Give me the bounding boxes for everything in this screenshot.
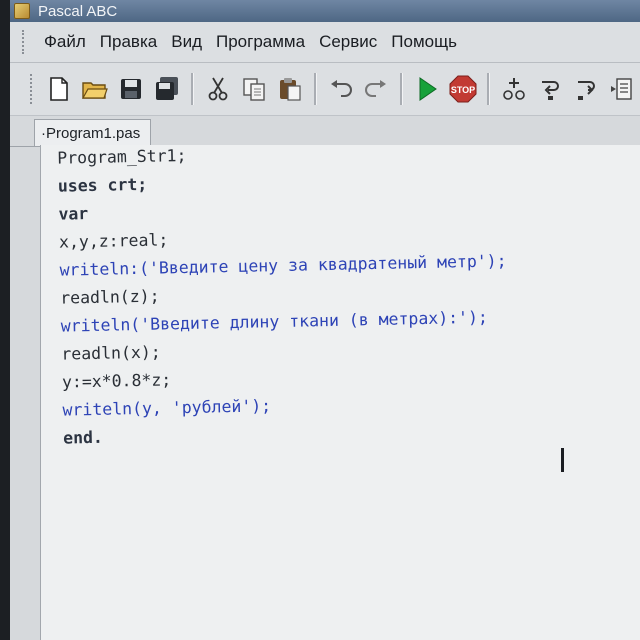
code-line: uses crt; (57, 174, 148, 196)
open-folder-icon (81, 82, 108, 99)
title-bar: Pascal ABC (10, 0, 640, 22)
toolbar-separator (487, 73, 491, 105)
save-all-button[interactable] (151, 73, 183, 105)
menu-edit[interactable]: Правка (93, 32, 164, 52)
code-line: readln(z); (60, 286, 160, 308)
watch-button[interactable] (606, 73, 638, 105)
paste-button[interactable] (274, 73, 306, 105)
code-line: writeln(y, 'рублей'); (62, 396, 272, 420)
stop-icon: STOP (449, 75, 477, 103)
save-button[interactable] (115, 73, 147, 105)
paste-icon (279, 78, 301, 101)
window-title: Pascal ABC (38, 2, 118, 20)
toolbar-grip (30, 74, 35, 104)
step-over-icon (503, 78, 526, 100)
code-line: x,y,z:real; (58, 230, 169, 252)
redo-icon (365, 80, 387, 97)
pascal-abc-window: Pascal ABC Файл Правка Вид Программа Сер… (10, 0, 640, 640)
menu-program[interactable]: Программа (209, 32, 312, 52)
toolbar-separator (400, 73, 404, 105)
new-file-button[interactable] (43, 73, 75, 105)
code-area: Program_Str1; uses crt; var x,y,z:real; … (41, 132, 640, 564)
run-icon (419, 77, 438, 101)
save-all-icon (155, 77, 178, 100)
step-out-icon (578, 81, 596, 100)
code-line: Program_Str1; (57, 145, 187, 168)
step-into-icon (542, 81, 560, 100)
undo-icon (330, 80, 352, 97)
tab-label: ·Program1.pas (41, 124, 141, 142)
cut-icon (208, 77, 228, 101)
step-out-button[interactable] (570, 73, 602, 105)
step-into-button[interactable] (534, 73, 566, 105)
open-file-button[interactable] (79, 73, 111, 105)
save-icon (120, 79, 141, 99)
copy-icon (242, 78, 265, 101)
undo-button[interactable] (325, 73, 357, 105)
app-icon (14, 3, 30, 19)
menu-service[interactable]: Сервис (312, 32, 384, 52)
new-file-icon (50, 77, 68, 101)
toolbar-separator (190, 73, 194, 105)
code-line: y:=x*0.8*z; (61, 370, 172, 392)
cut-button[interactable] (202, 73, 234, 105)
code-line: var (58, 204, 89, 224)
toolbar: STOP (10, 63, 640, 116)
code-line: writeln:('Введите цену за квадратеный ме… (59, 251, 507, 280)
code-editor[interactable]: Program_Str1; uses crt; var x,y,z:real; … (40, 145, 640, 640)
text-cursor (561, 448, 564, 472)
menu-view[interactable]: Вид (164, 32, 209, 52)
stop-button[interactable]: STOP (447, 73, 479, 105)
watch-icon (611, 78, 632, 100)
stop-label: STOP (451, 85, 475, 95)
menu-file[interactable]: Файл (37, 32, 93, 52)
code-line: readln(x); (61, 342, 161, 364)
code-line: writeln('Введите длину ткани (в метрах):… (60, 307, 489, 336)
menu-help[interactable]: Помощь (384, 32, 464, 52)
code-line: end. (62, 427, 104, 448)
tab-program1[interactable]: ·Program1.pas (34, 119, 152, 146)
toolbar-separator (313, 73, 317, 105)
run-button[interactable] (411, 73, 443, 105)
redo-button[interactable] (361, 73, 393, 105)
step-over-button[interactable] (498, 73, 530, 105)
menu-grip (22, 30, 27, 54)
copy-button[interactable] (238, 73, 270, 105)
menu-bar: Файл Правка Вид Программа Сервис Помощь (10, 22, 640, 63)
